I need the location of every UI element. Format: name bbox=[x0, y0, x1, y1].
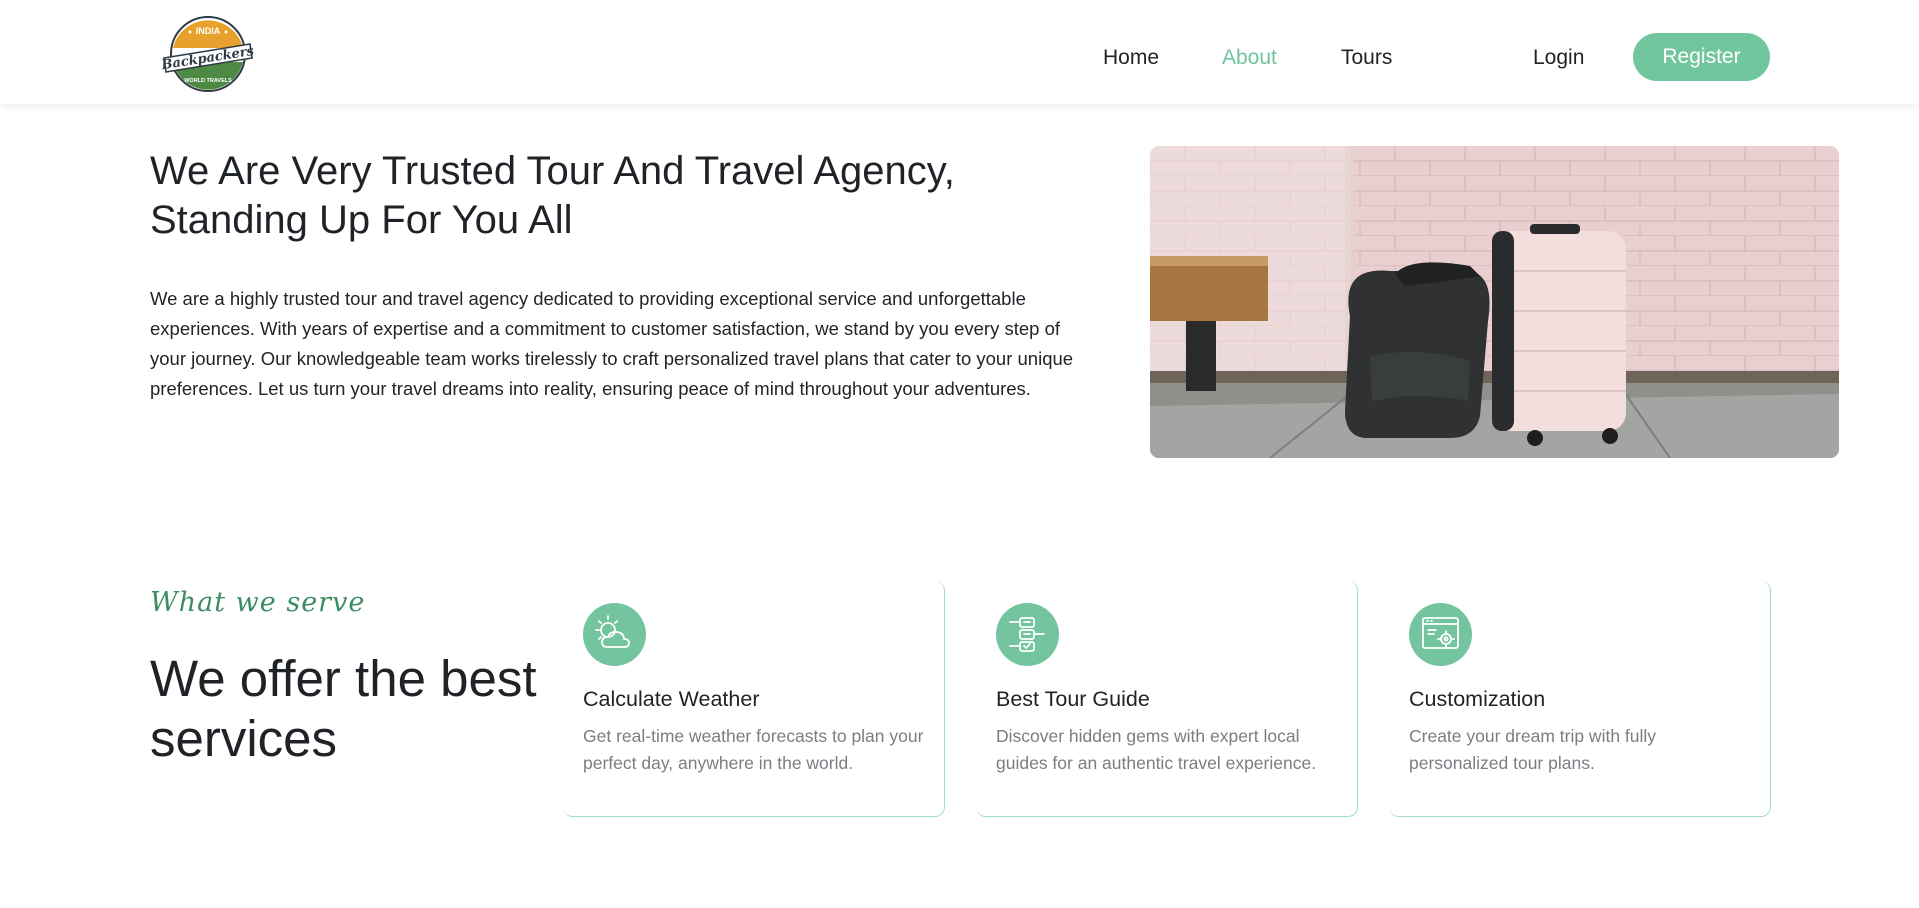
nav-home-link[interactable]: Home bbox=[1103, 44, 1159, 72]
nav-about-link[interactable]: About bbox=[1222, 44, 1277, 72]
logo-top-text: INDIA bbox=[196, 26, 221, 36]
brand-logo[interactable]: INDIA Backpackers WORLD TRAVELS bbox=[160, 14, 256, 94]
guide-icon bbox=[996, 603, 1059, 666]
logo-emblem: INDIA Backpackers WORLD TRAVELS bbox=[160, 16, 256, 92]
services-heading: We offer the best services bbox=[150, 650, 537, 767]
nav-tours-link[interactable]: Tours bbox=[1341, 44, 1392, 72]
register-button[interactable]: Register bbox=[1633, 33, 1770, 81]
services-subtitle: What we serve bbox=[150, 587, 366, 618]
service-card-text: Get real-time weather forecasts to plan … bbox=[583, 726, 924, 773]
logo-bottom-text: WORLD TRAVELS bbox=[184, 78, 232, 84]
hero-title: We Are Very Trusted Tour And Travel Agen… bbox=[150, 149, 955, 242]
service-card-title: Best Tour Guide bbox=[996, 687, 1150, 711]
service-card-weather: Calculate Weather Get real-time weather … bbox=[563, 581, 945, 817]
hero-description: We are a highly trusted tour and travel … bbox=[150, 288, 1074, 399]
service-card-guide: Best Tour Guide Discover hidden gems wit… bbox=[976, 581, 1358, 817]
service-card-title: Customization bbox=[1409, 687, 1546, 711]
service-card-title: Calculate Weather bbox=[583, 687, 760, 711]
login-link[interactable]: Login bbox=[1533, 44, 1584, 72]
weather-icon bbox=[583, 603, 646, 666]
service-card-text: Discover hidden gems with expert local g… bbox=[996, 726, 1317, 773]
site-header: INDIA Backpackers WORLD TRAVELS Home Abo… bbox=[0, 0, 1919, 104]
service-card-text: Create your dream trip with fully person… bbox=[1409, 726, 1657, 773]
service-card-customization: Customization Create your dream trip wit… bbox=[1389, 581, 1771, 817]
hero-luggage-image bbox=[1150, 146, 1839, 458]
customization-icon bbox=[1409, 603, 1472, 666]
